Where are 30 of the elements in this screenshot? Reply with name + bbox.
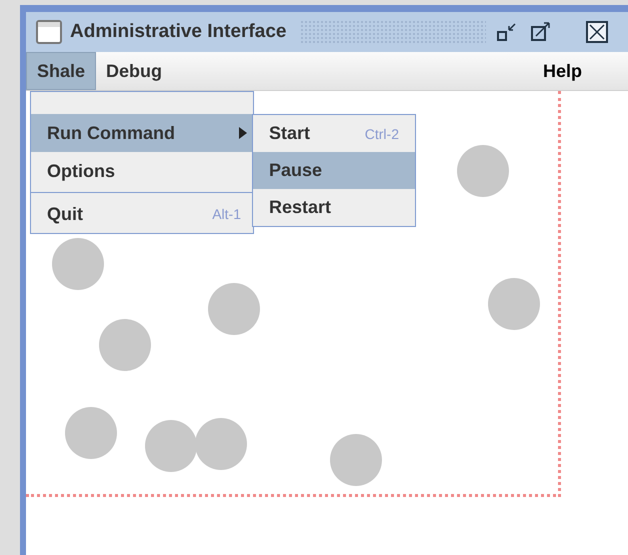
ball — [330, 434, 382, 486]
close-button[interactable] — [584, 19, 610, 45]
menu-item-label: Start — [269, 123, 312, 144]
ball — [457, 145, 509, 197]
ball — [488, 278, 540, 330]
window-icon — [36, 20, 62, 44]
shortcut-label: Ctrl-2 — [364, 126, 399, 142]
menu-item[interactable]: Restart — [253, 189, 415, 226]
ball — [65, 407, 117, 459]
menu-item-label: Pause — [269, 160, 324, 181]
menu-item[interactable]: Options — [31, 152, 253, 190]
menu[interactable]: Debug — [96, 52, 172, 90]
menu-item[interactable]: Run Command — [31, 114, 253, 152]
submenu-arrow-icon — [239, 127, 247, 139]
menu-item-label: Quit — [47, 204, 84, 224]
menu-item-label: Restart — [269, 197, 332, 218]
ball — [208, 283, 260, 335]
ball — [145, 420, 197, 472]
shortcut-label: Alt-1 — [212, 206, 241, 222]
window-title: Administrative Interface — [70, 21, 286, 43]
ball — [99, 319, 151, 371]
menu-item[interactable]: Start Ctrl-2 — [253, 115, 415, 152]
menu[interactable]: Help — [532, 52, 592, 90]
menu-item-label: Run Command — [47, 122, 176, 144]
ball — [195, 418, 247, 470]
menu[interactable]: Shale — [26, 52, 96, 90]
menu-item[interactable]: Quit Alt-1 — [31, 195, 253, 233]
menu-item-label: Options — [47, 160, 116, 182]
ball — [52, 238, 104, 290]
menu-item[interactable]: Pause — [253, 152, 415, 189]
